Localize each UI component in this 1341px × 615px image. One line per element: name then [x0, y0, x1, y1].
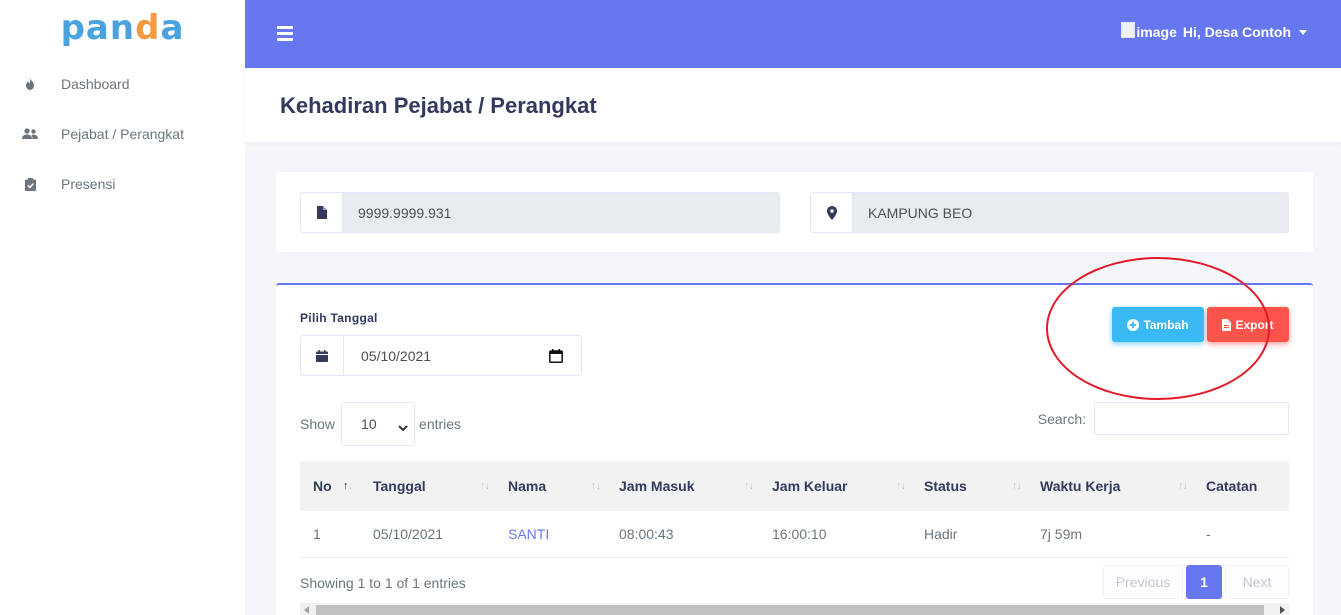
menu-toggle-icon[interactable] [277, 26, 293, 41]
sort-icon: ↑↓ [744, 480, 754, 492]
col-header-jam-keluar[interactable]: Jam Keluar ↑↓ [759, 461, 911, 511]
code-field: 9999.9999.931 [342, 192, 780, 233]
entries-label: entries [419, 416, 462, 432]
attendance-card: Pilih Tanggal 05/10/2021 Tambah Export S… [276, 283, 1313, 615]
col-header-status[interactable]: Status ↑↓ [911, 461, 1027, 511]
info-card: 9999.9999.931 KAMPUNG BEO [276, 172, 1313, 252]
horizontal-scrollbar[interactable] [300, 603, 1289, 615]
sidebar-item-label: Presensi [61, 176, 116, 192]
topbar: image Hi, Desa Contoh [245, 0, 1341, 68]
calendar-icon [300, 335, 343, 376]
map-marker-icon [810, 192, 852, 233]
sidebar-item-label: Dashboard [61, 76, 130, 92]
attendance-table: No ↑↓ Tanggal ↑↓ Nama ↑↓ Jam Masuk ↑↓ Jam Ke… [300, 461, 1289, 558]
users-icon [22, 126, 38, 142]
sort-icon: ↑↓ [591, 480, 601, 492]
search-label: Search: [1037, 410, 1086, 427]
cell-status: Hadir [924, 525, 958, 542]
pagination: Previous 1 Next [1103, 565, 1289, 599]
sidebar-item-label: Pejabat / Perangkat [61, 126, 184, 142]
previous-page-button[interactable]: Previous [1103, 565, 1183, 599]
next-page-button[interactable]: Next [1225, 565, 1289, 599]
entries-select[interactable]: 10 [341, 402, 416, 446]
user-name: Hi, Desa Contoh [1182, 24, 1291, 40]
section-header: Kehadiran Pejabat / Perangkat [245, 68, 1341, 142]
sidebar-item-pejabat[interactable]: Pejabat / Perangkat [0, 114, 245, 154]
user-dropdown[interactable]: image Hi, Desa Contoh [1121, 22, 1307, 40]
sidebar-item-presensi[interactable]: Presensi [0, 164, 245, 204]
table-info: Showing 1 to 1 of 1 entries [300, 575, 466, 591]
col-header-waktu-kerja[interactable]: Waktu Kerja ↑↓ [1027, 461, 1193, 511]
add-button[interactable]: Tambah [1112, 307, 1204, 342]
cell-jam-masuk: 08:00:43 [619, 525, 674, 542]
sort-icon: ↑↓ [480, 480, 490, 492]
col-header-no[interactable]: No ↑↓ [300, 461, 360, 511]
location-input-group: KAMPUNG BEO [810, 192, 1289, 233]
table-row: 1 05/10/2021 SANTI 08:00:43 16:00:10 Had… [300, 511, 1289, 557]
plus-circle-icon [1127, 318, 1140, 331]
sidebar-item-dashboard[interactable]: Dashboard [0, 64, 245, 104]
brand-logo: panda [60, 8, 185, 48]
table-search: Search: [1038, 402, 1289, 435]
col-header-nama[interactable]: Nama ↑↓ [495, 461, 606, 511]
chevron-down-icon [398, 419, 408, 435]
scrollbar-thumb[interactable] [316, 605, 1264, 615]
cell-waktu-kerja: 7j 59m [1040, 525, 1083, 542]
caret-down-icon [1299, 29, 1307, 35]
sidebar: panda Dashboard Pejabat / Perangkat Pres… [0, 0, 245, 615]
date-label: Pilih Tanggal [300, 311, 378, 325]
cell-no: 1 [313, 525, 321, 542]
sort-icon: ↑↓ [1012, 480, 1022, 492]
sort-icon: ↑↓ [896, 480, 906, 492]
cell-jam-keluar: 16:00:10 [772, 525, 827, 542]
fire-icon [22, 76, 38, 92]
clipboard-check-icon [22, 176, 38, 192]
cell-nama-link[interactable]: SANTI [495, 511, 606, 557]
date-input-group: 05/10/2021 [300, 335, 582, 376]
table-header-row: No ↑↓ Tanggal ↑↓ Nama ↑↓ Jam Masuk ↑↓ Jam Ke… [300, 461, 1289, 511]
page-button-current[interactable]: 1 [1186, 565, 1222, 599]
calendar-picker-icon[interactable] [549, 349, 563, 363]
file-pdf-icon [1222, 318, 1232, 331]
scroll-right-icon[interactable] [1280, 606, 1285, 614]
entries-length-control: Show 10 entries [300, 402, 461, 446]
code-input-group: 9999.9999.931 [300, 192, 780, 233]
avatar: image [1121, 22, 1177, 40]
brand[interactable]: panda [0, 0, 245, 68]
page-title: Kehadiran Pejabat / Perangkat [280, 93, 597, 118]
export-button[interactable]: Export [1207, 307, 1289, 342]
location-field: KAMPUNG BEO [852, 192, 1289, 233]
sort-asc-icon: ↑↓ [343, 480, 353, 492]
cell-tanggal: 05/10/2021 [373, 525, 444, 542]
col-header-catatan[interactable]: Catatan [1193, 461, 1289, 511]
show-label: Show [300, 416, 336, 432]
scroll-left-icon[interactable] [304, 606, 309, 614]
cell-catatan: - [1206, 525, 1211, 542]
date-input[interactable]: 05/10/2021 [343, 335, 582, 376]
col-header-jam-masuk[interactable]: Jam Masuk ↑↓ [606, 461, 759, 511]
col-header-tanggal[interactable]: Tanggal ↑↓ [360, 461, 495, 511]
file-icon [300, 192, 342, 233]
sort-icon: ↑↓ [1178, 480, 1188, 492]
search-input[interactable] [1094, 402, 1289, 435]
